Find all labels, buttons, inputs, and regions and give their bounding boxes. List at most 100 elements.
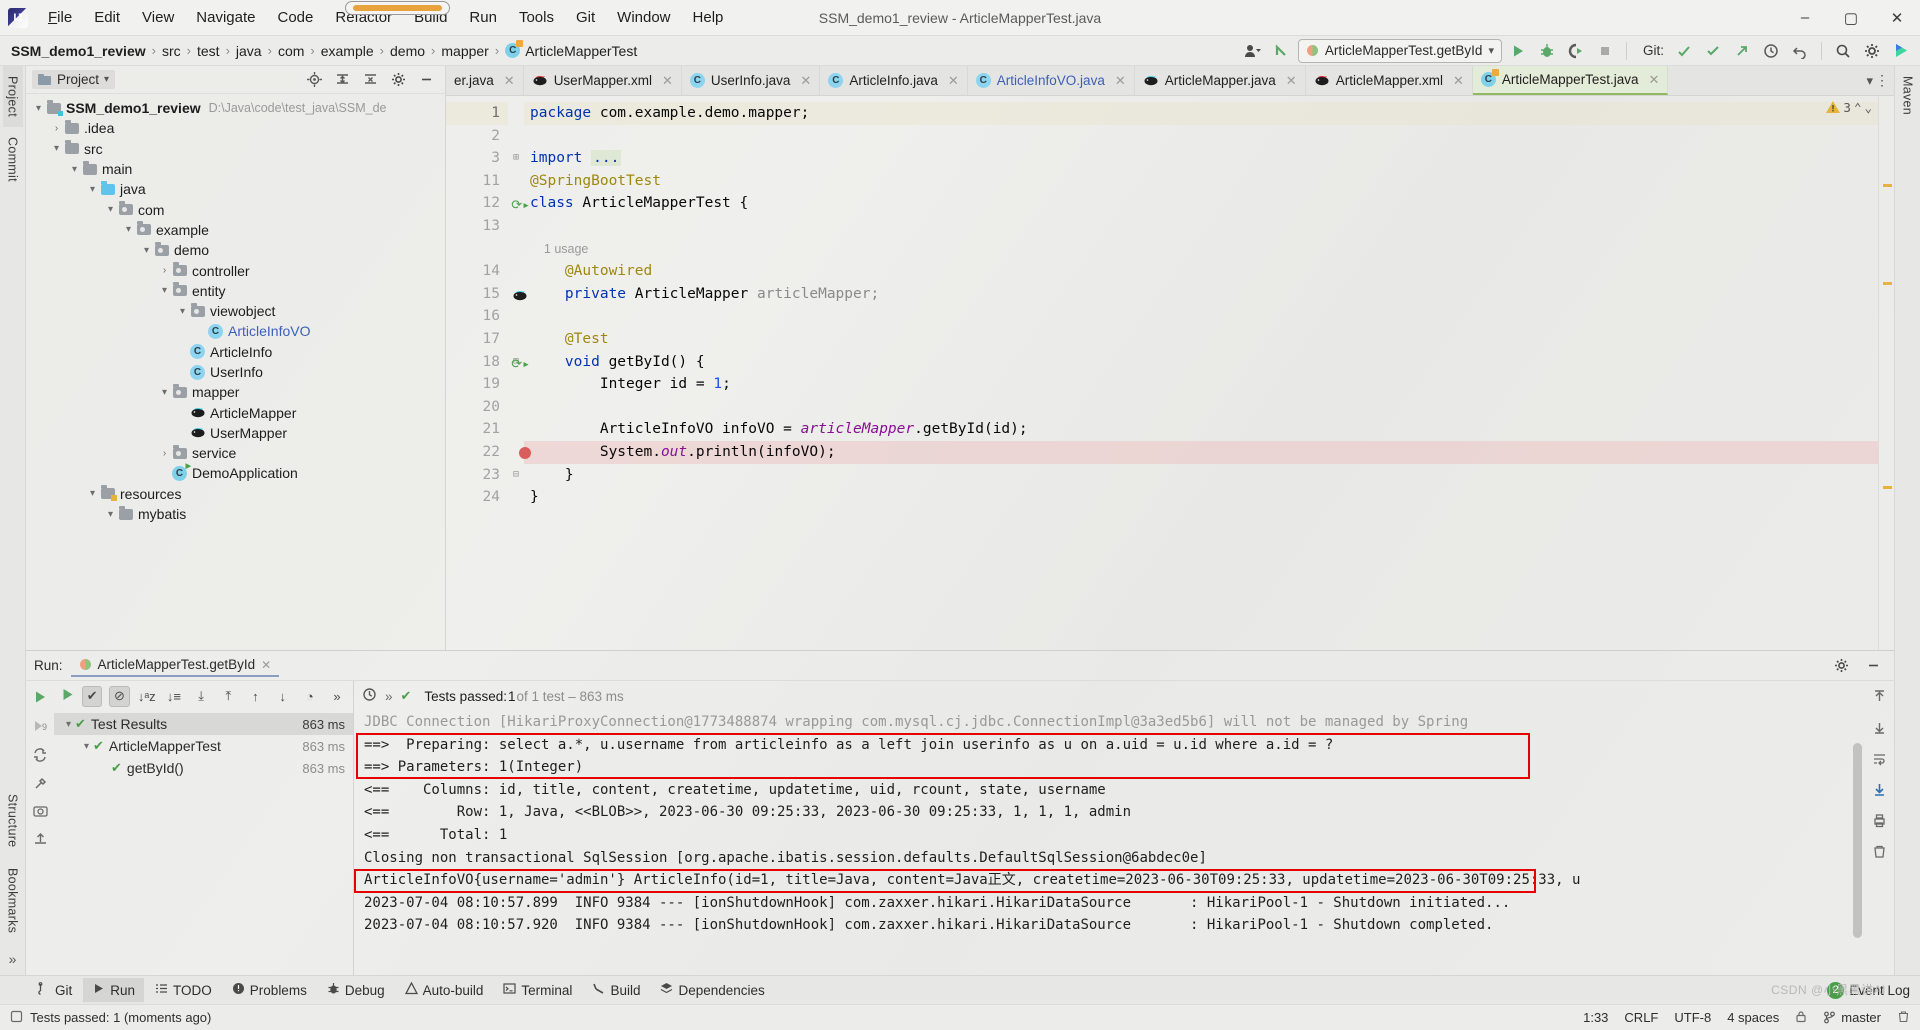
expand-all-icon[interactable]	[329, 68, 355, 92]
line-number[interactable]: 2	[446, 125, 508, 148]
sidebar-item-commit[interactable]: Commit	[3, 127, 23, 192]
menu-file[interactable]: File	[38, 5, 82, 30]
line-number[interactable]: 16	[446, 305, 508, 328]
chevron-icon[interactable]: ▾	[62, 719, 75, 730]
project-tree-node[interactable]: ▾ mapper	[26, 382, 445, 402]
minimize-button[interactable]: –	[1782, 0, 1828, 36]
project-tree-node[interactable]: ▾ main	[26, 159, 445, 179]
hide-icon[interactable]	[413, 68, 439, 92]
line-number[interactable]: 15	[446, 283, 527, 306]
more-icon[interactable]: ⋮	[1875, 72, 1889, 89]
code-line[interactable]: @Test	[524, 328, 1878, 351]
project-tree-node[interactable]: ▾ com	[26, 199, 445, 219]
project-tree-node[interactable]: CDemoApplication	[26, 462, 445, 483]
line-number[interactable]: 17	[446, 328, 508, 351]
chevron-icon[interactable]: ▾	[122, 224, 135, 235]
fold-marker[interactable]: ⊟	[508, 464, 524, 487]
usage-hint[interactable]: 1 usage	[524, 238, 1878, 261]
code-line[interactable]: import ...	[524, 147, 1878, 170]
close-button[interactable]: ✕	[1874, 0, 1920, 36]
breadcrumb-item-demo[interactable]: demo	[385, 42, 430, 60]
soft-wrap-icon[interactable]	[1872, 751, 1887, 769]
run-session-tab[interactable]: ArticleMapperTest.getById ✕	[70, 654, 280, 677]
toolwindow-button-dependencies[interactable]: Dependencies	[651, 978, 773, 1002]
project-tree-node[interactable]: C ArticleInfo	[26, 342, 445, 362]
line-number[interactable]: 23	[446, 464, 508, 487]
chevron-icon[interactable]: ▾	[68, 164, 81, 175]
menu-edit[interactable]: Edit	[84, 5, 130, 30]
code-line[interactable]	[524, 125, 1878, 148]
gear-icon[interactable]	[1828, 654, 1854, 678]
rerun-tests-icon[interactable]	[60, 687, 75, 705]
git-push-icon[interactable]	[1729, 39, 1755, 63]
sidebar-item-maven[interactable]: Maven	[1898, 66, 1918, 125]
chevron-icon[interactable]: ▾	[80, 741, 93, 752]
line-number[interactable]: 22	[446, 441, 531, 464]
close-icon[interactable]: ✕	[662, 73, 673, 89]
editor-tab[interactable]: C UserInfo.java ✕	[682, 66, 821, 95]
tool-window-bar[interactable]: Git Run TODO Problems Debug Auto-build Termina…	[0, 975, 1920, 1004]
update-project-icon[interactable]	[1269, 39, 1295, 63]
project-tree-node[interactable]: ▾ src	[26, 139, 445, 159]
menu-view[interactable]: View	[132, 5, 184, 30]
editor-tab[interactable]: ArticleMapper.java ✕	[1135, 66, 1306, 95]
lock-icon[interactable]	[1795, 1010, 1807, 1026]
print-icon[interactable]	[1872, 813, 1887, 831]
sidebar-item-structure[interactable]: Structure	[3, 784, 23, 857]
fold-marker[interactable]	[508, 215, 524, 238]
test-results-toolbar[interactable]: ✔ ⊘ ↓ᵃz ↓≡ ⤓ ⤒ ↑ ↓ ◔ »	[54, 681, 353, 711]
breadcrumb-item-ssm-demo1-review[interactable]: SSM_demo1_review	[6, 42, 151, 60]
code-line[interactable]: System.out.println(infoVO);	[524, 440, 1878, 464]
run-configuration-selector[interactable]: ArticleMapperTest.getById ▾	[1297, 38, 1502, 63]
fold-marker[interactable]	[508, 102, 524, 125]
expand-all-button[interactable]: ⤓	[191, 686, 211, 707]
sort-alphabetically-button[interactable]: ↓ᵃz	[137, 686, 157, 707]
toolwindow-button-auto-build[interactable]: Auto-build	[396, 978, 493, 1002]
collapse-all-button[interactable]: ⤒	[218, 686, 238, 707]
console-scrollbar[interactable]	[1853, 711, 1862, 975]
inspection-widget[interactable]: 3 ⌃ ⌄	[1826, 100, 1872, 115]
breakpoint-icon[interactable]	[519, 446, 531, 459]
project-tree-node[interactable]: ▾ entity	[26, 281, 445, 301]
toolwindow-button-terminal[interactable]: Terminal	[494, 978, 581, 1002]
user-icon[interactable]	[1240, 39, 1266, 63]
project-view-selector[interactable]: Project ▾	[32, 70, 116, 89]
scroll-down-icon[interactable]	[1872, 720, 1887, 738]
caret-position[interactable]: 1:33	[1583, 1010, 1608, 1025]
code-line[interactable]: ArticleInfoVO infoVO = articleMapper.get…	[524, 418, 1878, 441]
menu-code[interactable]: Code	[268, 5, 324, 30]
code-editor[interactable]: 1 2 3 11 12 ⟳▸ 13 14 15 16 17 18 ⟳▸ 19 20 21 22 23 24 ⊞ ⊟ ⊟ …	[446, 96, 1894, 650]
undo-icon[interactable]	[1787, 39, 1813, 63]
hide-icon[interactable]	[1860, 654, 1886, 678]
chevron-icon[interactable]: ▾	[50, 143, 63, 154]
project-tree-node[interactable]: ▾ demo	[26, 240, 445, 260]
line-number[interactable]: 20	[446, 396, 508, 419]
code-line[interactable]: }	[524, 486, 1878, 509]
run-button[interactable]	[1505, 39, 1531, 63]
chevron-down-icon[interactable]: ▾	[1488, 44, 1494, 57]
chevron-down-icon[interactable]: ▾	[1866, 73, 1873, 89]
file-encoding[interactable]: UTF-8	[1674, 1010, 1711, 1025]
test-history-button[interactable]: ◔	[300, 686, 320, 707]
editor-tabs[interactable]: er.java ✕ UserMapper.xml ✕ C UserInfo.java ✕ C A…	[446, 66, 1894, 96]
code-line[interactable]: }	[524, 464, 1878, 487]
close-icon[interactable]: ✕	[261, 658, 271, 672]
chevron-icon[interactable]: ›	[158, 265, 171, 276]
test-tree-node[interactable]: ▾ ✔ Test Results 863 ms	[54, 713, 353, 735]
code-line[interactable]: @SpringBootTest	[524, 170, 1878, 193]
fold-marker[interactable]	[508, 486, 524, 509]
test-tree-node[interactable]: ✔ getById() 863 ms	[54, 757, 353, 779]
line-separator[interactable]: CRLF	[1624, 1010, 1658, 1025]
run-with-coverage-button[interactable]	[1563, 39, 1589, 63]
stop-button[interactable]	[1592, 39, 1618, 63]
gear-icon[interactable]	[385, 68, 411, 92]
close-icon[interactable]: ✕	[1648, 72, 1659, 88]
chevron-down-icon[interactable]: ⌄	[1864, 100, 1872, 115]
line-number[interactable]: 1	[446, 102, 508, 125]
sort-by-duration-button[interactable]: ↓≡	[164, 686, 184, 707]
show-passed-button[interactable]: ✔	[82, 685, 103, 707]
fold-marker[interactable]	[508, 260, 524, 283]
chevron-icon[interactable]: ›	[158, 448, 171, 459]
fold-marker[interactable]	[508, 170, 524, 193]
chevron-icon[interactable]: ▾	[158, 387, 171, 398]
